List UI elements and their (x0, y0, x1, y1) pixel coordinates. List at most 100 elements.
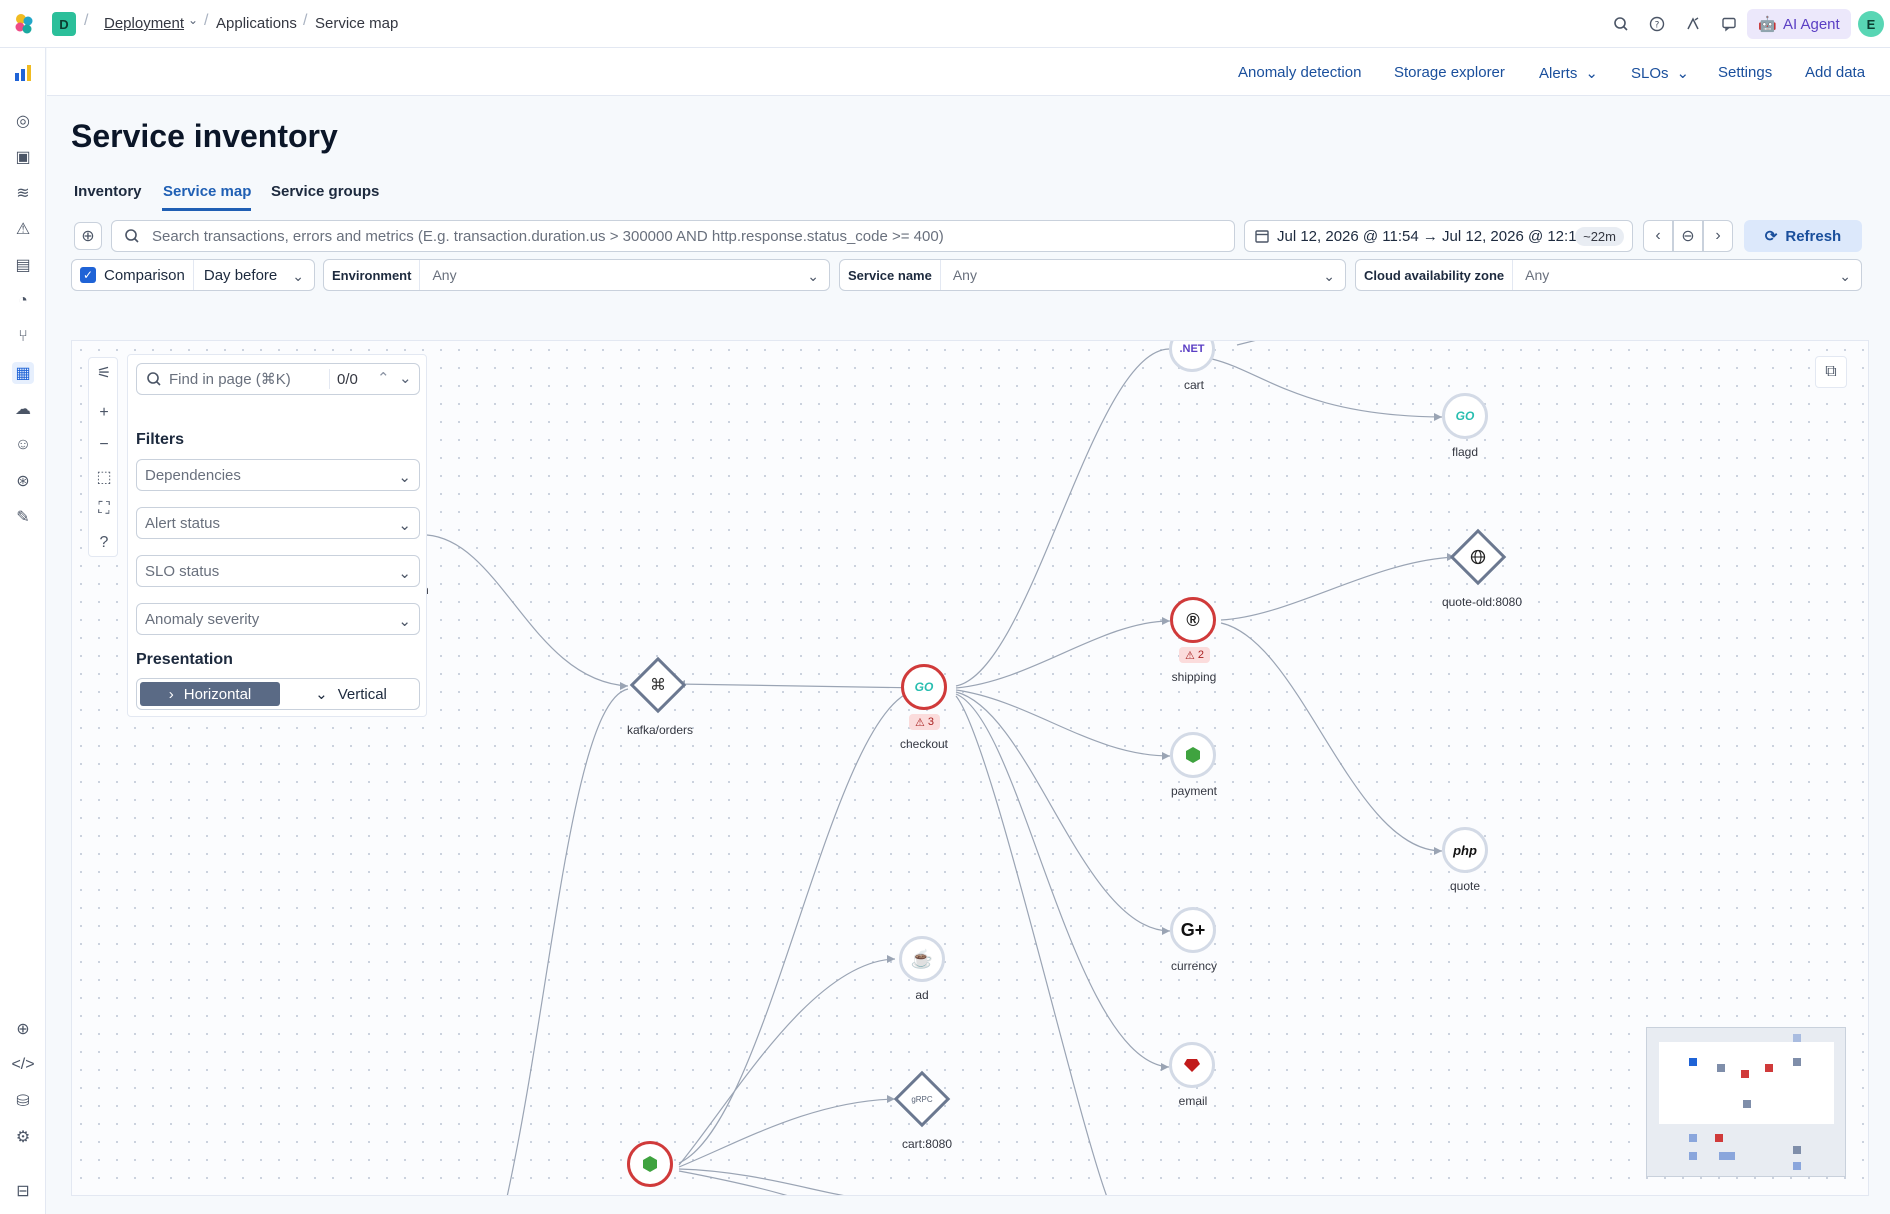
service-node-email[interactable] (1169, 1042, 1215, 1088)
service-node-payment[interactable] (1170, 732, 1216, 778)
date-picker[interactable]: Jul 12, 2026 @ 11:54 → Jul 12, 2026 @ 12… (1244, 220, 1633, 252)
synthetics-icon[interactable]: ☁ (12, 398, 34, 420)
space-badge[interactable]: D (52, 12, 76, 36)
service-node-ad[interactable]: ☕ (899, 936, 945, 982)
dependency-node-cart-8080[interactable]: gRPC (893, 1070, 951, 1128)
cases-icon[interactable]: ▤ (12, 254, 34, 276)
dashboards-icon[interactable]: ≋ (12, 182, 34, 204)
ruby-icon (1184, 1059, 1200, 1072)
horizontal-layout-button[interactable]: › Horizontal (140, 682, 280, 706)
data-management-icon[interactable]: ⛁ (12, 1090, 34, 1112)
storage-explorer-link[interactable]: Storage explorer (1394, 64, 1505, 81)
grpc-icon: gRPC (911, 1094, 933, 1104)
comparison-filter[interactable]: ✓ Comparison Day before ⌄ (71, 259, 315, 291)
service-node-checkout[interactable]: GO (901, 664, 947, 710)
zoom-out-icon[interactable]: − (93, 434, 115, 456)
next-range-button[interactable]: › (1703, 220, 1733, 252)
service-node-flagd[interactable]: GO (1442, 393, 1488, 439)
chevron-right-icon: › (1715, 227, 1721, 244)
php-icon: php (1453, 842, 1477, 858)
chevron-right-icon: › (168, 685, 174, 703)
ai-agent-label: AI Agent (1782, 15, 1840, 33)
dev-tools-icon[interactable]: </> (11, 1054, 34, 1076)
zoom-in-icon[interactable]: + (93, 402, 115, 424)
slo-status-select[interactable]: SLO status ⌄ (136, 555, 420, 587)
infrastructure-icon[interactable]: ⑂ (12, 326, 34, 348)
settings-gear-icon[interactable]: ⚙ (12, 1126, 34, 1148)
chevron-down-icon[interactable]: ⌄ (399, 369, 412, 387)
minimap[interactable] (1646, 1027, 1846, 1177)
chat-icon[interactable] (1718, 13, 1740, 35)
breadcrumb-applications[interactable]: Applications (216, 15, 297, 32)
select-label: Dependencies (145, 466, 241, 484)
chevron-down-icon[interactable]: ⌄ (188, 13, 198, 27)
tab-inventory[interactable]: Inventory (74, 183, 142, 200)
wrench-icon[interactable]: ✎ (12, 506, 34, 528)
minimap-node (1689, 1152, 1697, 1160)
filters-heading: Filters (136, 431, 185, 448)
slo-icon[interactable]: ◔ (12, 290, 34, 312)
select-area-icon[interactable]: ⬚ (93, 466, 115, 488)
fit-view-icon[interactable]: ⛶ (93, 498, 115, 520)
anomaly-severity-select[interactable]: Anomaly severity ⌄ (136, 603, 420, 635)
collapse-nav-icon[interactable]: ⊟ (12, 1180, 34, 1202)
machine-learning-icon[interactable]: ⊛ (12, 470, 34, 492)
applications-icon[interactable]: ▦ (12, 362, 34, 384)
search-icon[interactable] (1610, 13, 1632, 35)
find-in-page-input[interactable]: Find in page (⌘K) 0/0 ⌃ ⌄ (136, 363, 420, 395)
refresh-button[interactable]: ⟳ Refresh (1744, 220, 1862, 252)
svg-text:?: ? (1655, 21, 1660, 31)
tab-service-map[interactable]: Service map (163, 183, 251, 200)
ai-agent-button[interactable]: 🤖 AI Agent (1747, 9, 1851, 39)
minimap-viewport (1659, 1042, 1834, 1124)
settings-link[interactable]: Settings (1718, 64, 1772, 81)
service-node-shipping[interactable]: ® (1170, 597, 1216, 643)
service-name-filter[interactable]: Service name Any ⌄ (839, 259, 1346, 291)
chevron-up-icon[interactable]: ⌃ (377, 369, 390, 387)
add-integrations-icon[interactable]: ⊕ (12, 1018, 34, 1040)
map-legend-icon[interactable]: ⧉ (1815, 356, 1847, 388)
user-avatar[interactable]: E (1858, 11, 1884, 37)
help-icon[interactable]: ? (1646, 13, 1668, 35)
news-feed-icon[interactable] (1682, 13, 1704, 35)
discover-icon[interactable]: ▣ (12, 146, 34, 168)
zoom-out-button[interactable]: ⊖ (1673, 220, 1703, 252)
overview-icon[interactable]: ◎ (12, 110, 34, 132)
add-data-link[interactable]: Add data (1805, 64, 1865, 81)
vertical-layout-button[interactable]: ⌄ Vertical (283, 679, 419, 709)
anomaly-detection-link[interactable]: Anomaly detection (1238, 64, 1361, 81)
ai-assistant-icon[interactable]: ☺ (12, 434, 34, 456)
environment-label: Environment (332, 267, 412, 283)
comparison-checkbox[interactable]: ✓ (80, 267, 96, 283)
minimap-node (1741, 1070, 1749, 1078)
elastic-logo[interactable] (12, 12, 36, 36)
tab-service-groups[interactable]: Service groups (271, 183, 379, 200)
service-node-quote[interactable]: php (1442, 827, 1488, 873)
cloud-zone-filter[interactable]: Cloud availability zone Any ⌄ (1355, 259, 1862, 291)
breadcrumb-deployment[interactable]: Deployment (104, 15, 184, 32)
dependency-node-quote-old[interactable] (1449, 528, 1507, 586)
service-node-currency[interactable]: G+ (1170, 907, 1216, 953)
alert-status-select[interactable]: Alert status ⌄ (136, 507, 420, 539)
alert-count-badge[interactable]: ⚠ 2 (1179, 647, 1210, 663)
previous-range-button[interactable]: ‹ (1643, 220, 1673, 252)
search-input[interactable]: Search transactions, errors and metrics … (111, 220, 1235, 252)
environment-filter[interactable]: Environment Any ⌄ (323, 259, 830, 291)
add-filter-button[interactable]: ⊕ (74, 222, 102, 250)
minimap-node (1793, 1058, 1801, 1066)
alerts-menu[interactable]: Alerts ⌄ (1539, 64, 1598, 83)
dependency-node-kafka-orders[interactable]: ⌘ (629, 656, 687, 714)
slos-menu[interactable]: SLOs ⌄ (1631, 64, 1689, 83)
environment-value: Any (419, 260, 457, 290)
horizontal-label: Horizontal (183, 685, 252, 703)
breadcrumb-separator: / (204, 12, 209, 29)
controls-settings-icon[interactable]: ⚟ (93, 362, 115, 384)
service-node-bottom[interactable] (627, 1141, 673, 1187)
node-label: payment (1170, 784, 1218, 798)
help-icon[interactable]: ? (93, 532, 115, 554)
observability-icon[interactable] (12, 62, 34, 84)
alerts-icon[interactable]: ⚠ (12, 218, 34, 240)
dependencies-select[interactable]: Dependencies ⌄ (136, 459, 420, 491)
alert-count-badge[interactable]: ⚠ 3 (909, 714, 940, 730)
chevron-down-icon: ⌄ (292, 268, 304, 284)
